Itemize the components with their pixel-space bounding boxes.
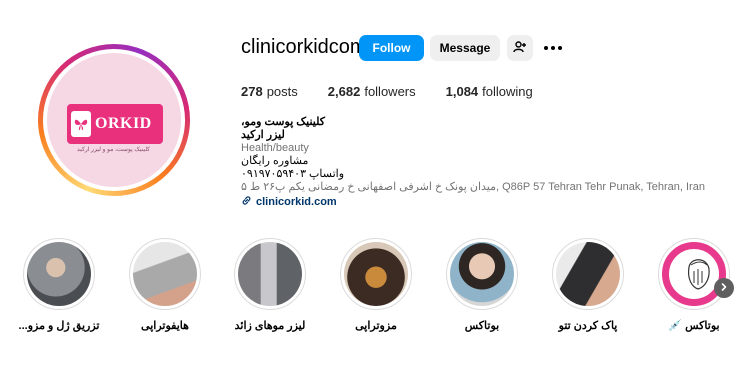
highlight-ring [552, 238, 624, 310]
bio-name: کلینیک پوست ومو، لیزر ارکید [241, 116, 325, 141]
highlights-next-button[interactable] [714, 278, 734, 298]
highlight-label: هایفوتراپی [141, 320, 189, 332]
highlight-label: تزریق ژل و مزو... [18, 320, 100, 332]
highlight-ring [23, 238, 95, 310]
highlight-ring [658, 238, 730, 310]
bio-link-text: clinicorkid.com [256, 196, 337, 208]
following-label: following [482, 84, 533, 99]
highlight-cover [344, 242, 408, 306]
butterfly-icon [71, 111, 91, 137]
profile-avatar-ring[interactable]: ORKID کلینیک پوست، مو و لیزر ارکید [38, 44, 190, 196]
highlight-item[interactable]: هایفوتراپی [120, 238, 210, 332]
follow-button[interactable]: Follow [359, 35, 424, 61]
more-options-icon[interactable] [544, 40, 562, 56]
highlight-ring [340, 238, 412, 310]
highlight-cover [133, 242, 197, 306]
profile-username: clinicorkidcom [241, 36, 367, 58]
highlight-cover [27, 242, 91, 306]
highlight-ring [129, 238, 201, 310]
followers-stat[interactable]: 2,682 followers [328, 84, 416, 99]
followers-label: followers [364, 84, 416, 99]
add-user-icon [513, 40, 527, 57]
bio-line-consult: مشاوره رایگان [241, 155, 309, 167]
highlight-label: مزوتراپی [355, 320, 397, 332]
avatar-subtitle: کلینیک پوست، مو و لیزر ارکید [77, 147, 151, 153]
highlight-item[interactable]: تزریق ژل و مزو... [14, 238, 104, 332]
profile-stats: 278 posts 2,682 followers 1,084 following [241, 84, 563, 99]
suggest-user-button[interactable] [507, 35, 533, 61]
highlight-cover [662, 242, 726, 306]
orkid-logo: ORKID [67, 104, 163, 144]
highlight-ring [234, 238, 306, 310]
highlight-cover [450, 242, 514, 306]
highlight-label: پاک کردن تتو [558, 320, 618, 332]
message-button[interactable]: Message [430, 35, 500, 61]
link-icon [241, 195, 252, 210]
following-stat[interactable]: 1,084 following [446, 84, 533, 99]
highlight-label: بوتاکس 💉 [668, 320, 720, 332]
posts-label: posts [266, 84, 298, 99]
highlight-item[interactable]: بوتاکس [437, 238, 527, 332]
highlight-ring [446, 238, 518, 310]
posts-count: 278 [241, 84, 263, 99]
avatar-gap: ORKID کلینیک پوست، مو و لیزر ارکید [43, 49, 185, 191]
highlight-cover [238, 242, 302, 306]
posts-stat: 278 posts [241, 84, 298, 99]
highlight-item[interactable]: لیزر موهای زائد [225, 238, 315, 332]
highlight-item[interactable]: پاک کردن تتو [543, 238, 633, 332]
highlight-label: بوتاکس [464, 320, 500, 332]
bio-website-link[interactable]: clinicorkid.com [241, 195, 711, 210]
bio-line-whatsapp: واتساپ ۰۹۱۹۷۰۵۹۴۰۳ [241, 168, 345, 180]
face-outline-icon [687, 259, 710, 290]
story-highlights: تزریق ژل و مزو... هایفوتراپی لیزر موهای … [0, 238, 754, 338]
following-count: 1,084 [445, 84, 479, 99]
bio-address[interactable]: میدان پونک خ اشرفی اصفهانی خ رمضانی یکم … [241, 181, 711, 194]
followers-count: 2,682 [327, 84, 361, 99]
avatar-brand-text: ORKID [95, 115, 152, 132]
profile-bio: کلینیک پوست ومو، لیزر ارکید Health/beaut… [241, 116, 711, 210]
highlight-cover [556, 242, 620, 306]
highlight-label: لیزر موهای زائد [234, 320, 306, 332]
bio-category: Health/beauty [241, 142, 309, 154]
highlight-item[interactable]: مزوتراپی [331, 238, 421, 332]
chevron-right-icon [719, 279, 729, 297]
profile-avatar: ORKID کلینیک پوست، مو و لیزر ارکید [47, 53, 181, 187]
